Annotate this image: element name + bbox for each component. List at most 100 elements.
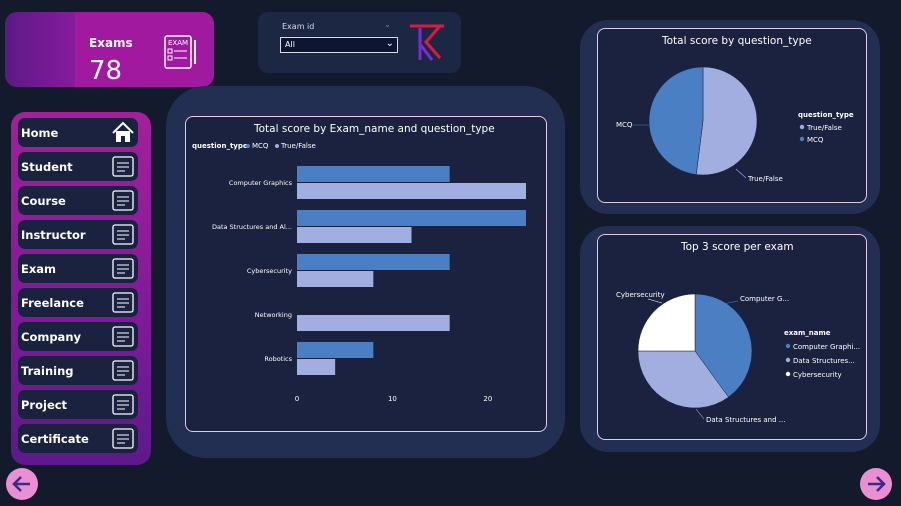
legend-marker [799, 136, 805, 142]
bar-chart: Computer Graphics Data Structures and Al.… [212, 166, 526, 403]
nav-item-label: Project [21, 398, 68, 412]
nav-item-label: Certificate [21, 432, 89, 446]
legend-tf-label: True/False [281, 142, 316, 150]
nav-item-project[interactable]: Project [18, 390, 138, 419]
pie-chart-2-frame: Top 3 score per exam Computer G... Data S… [597, 234, 867, 440]
pie1-slice[interactable] [648, 66, 704, 175]
navigation-panel: Home Student Course Instructor Exam Freelance… [11, 112, 151, 465]
nav-item-label: Course [21, 194, 66, 208]
kpi-label: Exams [89, 36, 133, 50]
nav-item-company[interactable]: Company [18, 322, 138, 351]
pie-chart-1: True/False MCQ question_type True/False MCQ [616, 66, 854, 183]
chevron-down-icon: ⌄ [385, 38, 394, 49]
exam-id-slicer: Exam id ⌄ All ⌄ [258, 12, 461, 73]
pie-chart-2: Computer G... Data Structures and ... Cybe… [616, 291, 860, 424]
exam-document-icon: EXAM [164, 35, 196, 69]
pie2-legend-label: Data Structures... [793, 357, 855, 365]
pie2-slice-label: Computer G... [740, 295, 789, 303]
legend-marker [785, 343, 791, 349]
x-tick-label: 10 [388, 395, 397, 403]
pie-panel-top: Total score by question_type True/False M… [580, 20, 880, 214]
bar-category-label: Data Structures and Al... [212, 223, 292, 231]
nav-item-label: Exam [21, 262, 57, 276]
pie2-slice[interactable] [637, 293, 696, 352]
bar-category-label: Robotics [264, 355, 292, 363]
bar-category-label: Cybersecurity [247, 267, 292, 275]
pie1-legend-title: question_type [798, 111, 854, 119]
previous-page-button[interactable] [6, 468, 38, 500]
pie-chart-1-frame: Total score by question_type True/False M… [597, 28, 867, 203]
nav-item-instructor[interactable]: Instructor [18, 220, 138, 249]
exams-kpi-card: Exams 78 EXAM [5, 12, 214, 87]
bar-mcq[interactable] [297, 166, 450, 182]
nav-item-label: Freelance [21, 296, 84, 310]
nav-item-label: Student [21, 160, 73, 174]
x-tick-label: 0 [295, 395, 299, 403]
bar-true-false[interactable] [297, 271, 374, 287]
bar-mcq[interactable] [297, 254, 450, 270]
arrow-right-icon [868, 476, 886, 492]
bar-legend-title: question_type [192, 142, 248, 150]
slicer-collapse-icon[interactable]: ⌄ [384, 20, 391, 29]
legend-mcq-marker [246, 144, 250, 148]
legend-mcq-label: MCQ [252, 142, 269, 150]
bar-mcq[interactable] [297, 210, 526, 226]
nav-item-label: Home [21, 126, 59, 140]
main-chart-panel: Total score by Exam_name and question_ty… [166, 86, 565, 458]
bar-chart-title: Total score by Exam_name and question_ty… [254, 123, 495, 135]
pie2-legend-title: exam_name [784, 329, 831, 337]
pie-chart-1-title: Total score by question_type [662, 35, 812, 47]
bar-true-false[interactable] [297, 315, 450, 331]
pie-chart-2-title: Top 3 score per exam [681, 241, 794, 253]
pie2-slice-label: Cybersecurity [616, 291, 665, 299]
bar-mcq[interactable] [297, 342, 374, 358]
legend-marker [785, 371, 791, 377]
nav-item-label: Training [21, 364, 74, 378]
x-tick-label: 20 [483, 395, 492, 403]
pie1-slice-label: MCQ [616, 121, 633, 129]
teacher-board-icon [112, 224, 134, 245]
bar-true-false[interactable] [297, 227, 412, 243]
pie1-slice-label: True/False [747, 175, 783, 183]
project-tools-icon [112, 394, 134, 415]
nav-item-course[interactable]: Course [18, 186, 138, 215]
legend-marker [799, 124, 805, 130]
bar-category-label: Networking [255, 311, 292, 319]
pie1-slice[interactable] [695, 66, 758, 176]
nav-item-label: Instructor [21, 228, 86, 242]
legend-tf-marker [275, 144, 279, 148]
exam-document-icon [112, 258, 134, 279]
pie2-slice-label: Data Structures and ... [706, 416, 785, 424]
legend-marker [785, 357, 791, 363]
bar-true-false[interactable] [297, 183, 526, 199]
arrow-left-icon [12, 476, 30, 492]
nav-item-training[interactable]: Training [18, 356, 138, 385]
slicer-label: Exam id [282, 22, 315, 31]
pie2-legend-label: Computer Graphi... [793, 343, 860, 351]
pie2-legend-label: Cybersecurity [793, 371, 842, 379]
svg-text:EXAM: EXAM [168, 39, 188, 47]
training-people-icon [112, 360, 134, 381]
pie-panel-bottom: Top 3 score per exam Computer G... Data S… [580, 226, 880, 452]
brand-logo-icon [410, 24, 444, 61]
building-icon [112, 326, 134, 347]
nav-item-exam[interactable]: Exam [18, 254, 138, 283]
bar-category-label: Computer Graphics [229, 179, 293, 187]
certificate-icon [112, 428, 134, 449]
laptop-money-icon [112, 292, 134, 313]
kpi-value: 78 [89, 56, 123, 86]
pie1-legend-label: True/False [806, 124, 842, 132]
next-page-button[interactable] [860, 468, 892, 500]
nav-item-home[interactable]: Home [18, 118, 138, 147]
nav-item-label: Company [21, 330, 81, 344]
home-icon [112, 121, 134, 142]
nav-item-freelance[interactable]: Freelance [18, 288, 138, 317]
graduation-cap-icon [112, 156, 134, 177]
exam-id-dropdown[interactable]: All ⌄ [280, 37, 398, 53]
nav-item-certificate[interactable]: Certificate [18, 424, 138, 453]
nav-item-student[interactable]: Student [18, 152, 138, 181]
book-icon [112, 190, 134, 211]
bar-true-false[interactable] [297, 359, 336, 375]
pie1-legend-label: MCQ [807, 136, 824, 144]
dropdown-value: All [285, 40, 295, 49]
